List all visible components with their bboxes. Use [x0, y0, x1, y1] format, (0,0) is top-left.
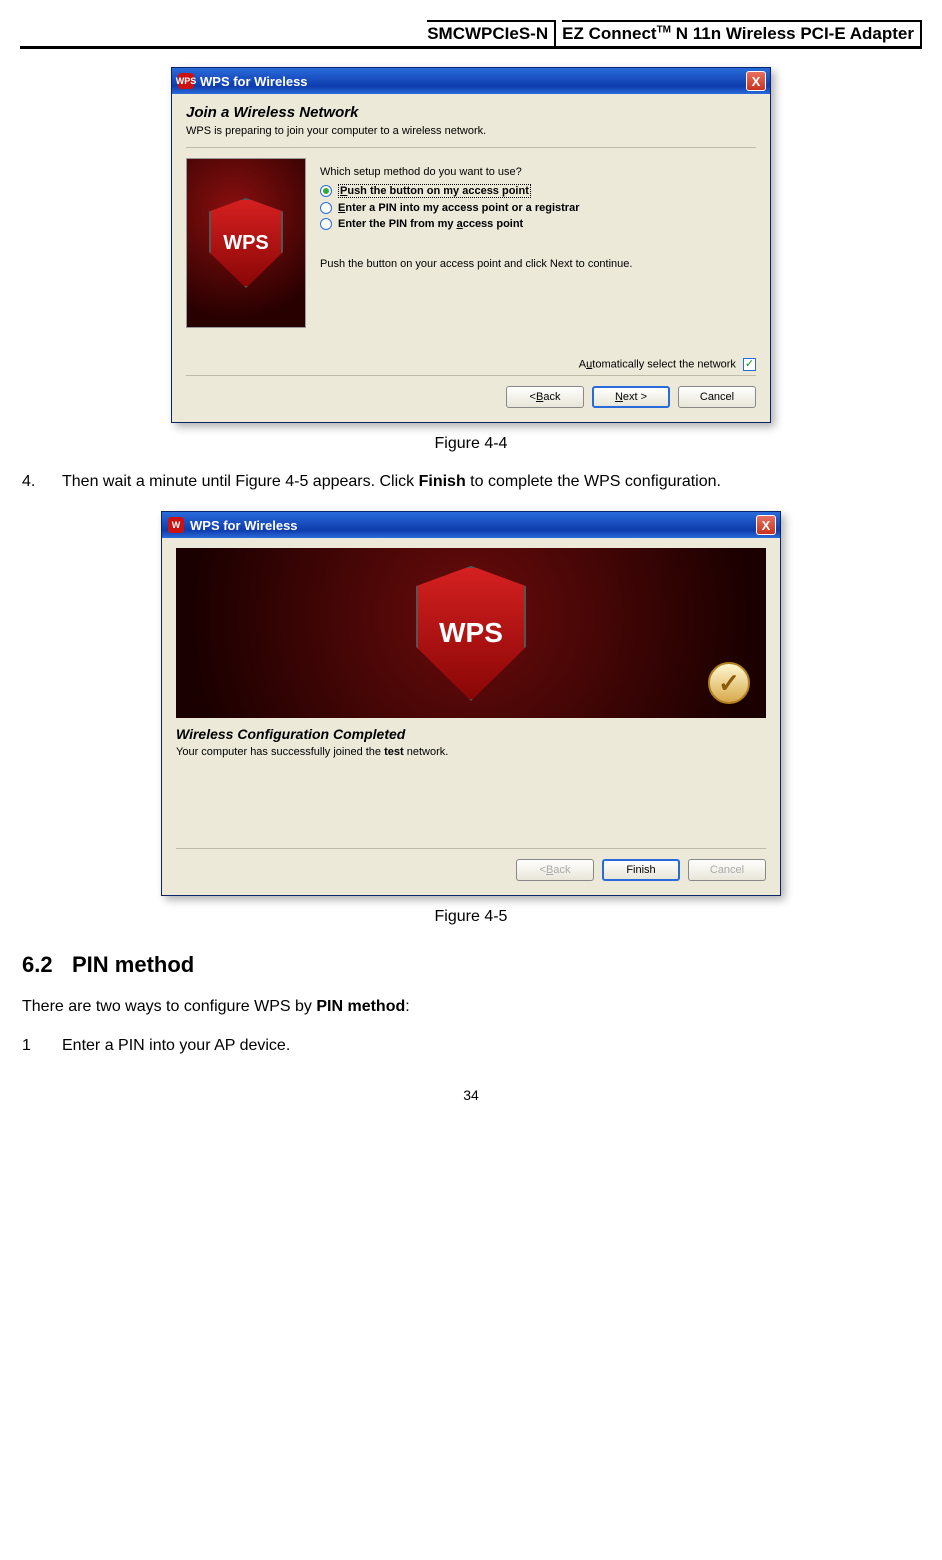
page-number: 34 — [22, 1087, 920, 1103]
figure-caption-4-5: Figure 4-5 — [22, 908, 920, 926]
next-button[interactable]: Next > — [592, 386, 670, 408]
step-4: 4. Then wait a minute until Figure 4-5 a… — [22, 471, 920, 493]
button-row: < Back Finish Cancel — [176, 848, 766, 881]
page-content: WPS WPS for Wireless X Join a Wireless N… — [0, 67, 942, 1125]
radio-icon — [320, 202, 332, 214]
button-row: < Back Next > Cancel — [186, 375, 756, 408]
list-item-1: 1 Enter a PIN into your AP device. — [22, 1035, 920, 1057]
cancel-button[interactable]: Cancel — [678, 386, 756, 408]
wps-dialog-completed: W WPS for Wireless X WPS ✓ Wireless Conf… — [161, 511, 781, 896]
completed-message: Your computer has successfully joined th… — [176, 746, 766, 758]
section-title: PIN method — [72, 952, 194, 977]
list-number: 1 — [22, 1035, 62, 1057]
radio-push-button[interactable]: Push the button on my access point — [320, 184, 756, 198]
radio-enter-pin-ap[interactable]: Enter a PIN into my access point or a re… — [320, 202, 756, 214]
header-tm: TM — [657, 24, 671, 35]
header-model: SMCWPCIeS-N — [427, 20, 556, 46]
step4-bold: Finish — [419, 473, 466, 490]
section-intro: There are two ways to configure WPS by P… — [22, 996, 920, 1018]
completed-heading: Wireless Configuration Completed — [176, 726, 766, 742]
radio-icon — [320, 185, 332, 197]
opt1-text: ush the button on my access point — [347, 185, 529, 197]
setup-question: Which setup method do you want to use? — [320, 166, 756, 178]
dialog-heading: Join a Wireless Network — [186, 104, 756, 121]
wps-logo: WPS — [186, 158, 306, 328]
back-button: < Back — [516, 859, 594, 881]
opt2-text: nter a PIN into my access point or a reg… — [345, 202, 579, 214]
header-product: EZ ConnectTM N 11n Wireless PCI-E Adapte… — [562, 20, 922, 46]
radio-icon — [320, 218, 332, 230]
close-icon[interactable]: X — [746, 71, 766, 91]
wps-dialog-setup: WPS WPS for Wireless X Join a Wireless N… — [171, 67, 771, 423]
wps-app-icon: W — [168, 517, 184, 533]
titlebar: W WPS for Wireless X — [162, 512, 780, 538]
auto-select-checkbox[interactable]: ✓ — [743, 358, 756, 371]
opt3-pre: Enter the PIN from my — [338, 218, 457, 230]
step4-pre: Then wait a minute until Figure 4-5 appe… — [62, 473, 419, 490]
section-heading: 6.2PIN method — [22, 952, 920, 978]
step-number: 4. — [22, 471, 62, 493]
header-suffix: N 11n Wireless PCI-E Adapter — [671, 24, 914, 43]
dialog-subtitle: WPS is preparing to join your computer t… — [186, 125, 756, 137]
header-prefix: EZ Connect — [562, 24, 656, 43]
back-button[interactable]: < Back — [506, 386, 584, 408]
finish-button[interactable]: Finish — [602, 859, 680, 881]
divider — [186, 147, 756, 148]
dialog-body: Join a Wireless Network WPS is preparing… — [172, 94, 770, 422]
figure-caption-4-4: Figure 4-4 — [22, 435, 920, 453]
auto-select-row[interactable]: Automatically select the network ✓ — [186, 358, 756, 371]
wps-app-icon: WPS — [178, 73, 194, 89]
page-header: SMCWPCIeS-N EZ ConnectTM N 11n Wireless … — [20, 18, 922, 49]
list-text: Enter a PIN into your AP device. — [62, 1035, 920, 1057]
wps-shield-icon: WPS — [209, 198, 283, 288]
close-icon[interactable]: X — [756, 515, 776, 535]
opt3-post: ccess point — [463, 218, 524, 230]
setup-hint: Push the button on your access point and… — [320, 258, 756, 270]
titlebar: WPS WPS for Wireless X — [172, 68, 770, 94]
setup-options: Which setup method do you want to use? P… — [320, 158, 756, 328]
wps-shield-icon: WPS — [416, 566, 526, 701]
auto-post: tomatically select the network — [592, 358, 736, 370]
dialog-body: WPS ✓ Wireless Configuration Completed Y… — [162, 538, 780, 895]
cancel-button: Cancel — [688, 859, 766, 881]
step4-post: to complete the WPS configuration. — [466, 473, 721, 490]
wps-banner: WPS ✓ — [176, 548, 766, 718]
success-check-icon: ✓ — [708, 662, 750, 704]
radio-pin-from-ap[interactable]: Enter the PIN from my access point — [320, 218, 756, 230]
dialog-title: WPS for Wireless — [190, 518, 756, 533]
section-number: 6.2 — [22, 952, 72, 978]
dialog-title: WPS for Wireless — [200, 74, 746, 89]
